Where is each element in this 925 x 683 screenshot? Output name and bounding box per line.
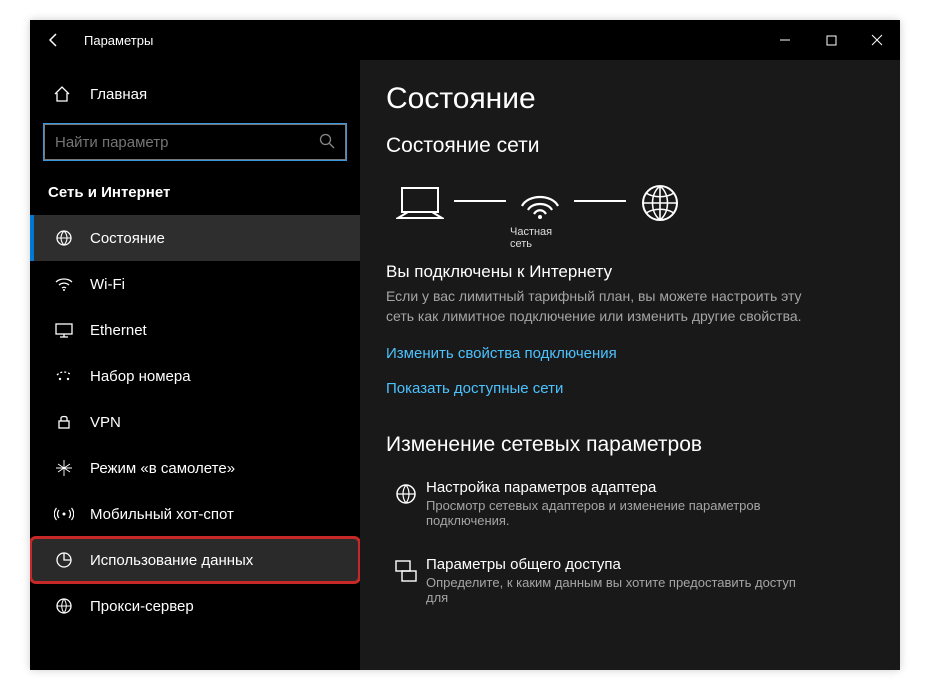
adapter-icon xyxy=(386,479,426,528)
sidebar-section-title: Сеть и Интернет xyxy=(30,176,360,215)
sidebar-home-label: Главная xyxy=(72,86,147,103)
connected-title: Вы подключены к Интернету xyxy=(386,262,874,282)
option-adapter-settings[interactable]: Настройка параметров адаптера Просмотр с… xyxy=(386,465,874,542)
dialup-icon xyxy=(52,366,76,386)
option-title: Настройка параметров адаптера xyxy=(426,479,874,496)
back-button[interactable] xyxy=(30,20,78,60)
maximize-button[interactable] xyxy=(808,20,854,60)
sidebar-item-label: Ethernet xyxy=(76,322,147,339)
proxy-icon xyxy=(52,596,76,616)
option-sharing-settings[interactable]: Параметры общего доступа Определите, к к… xyxy=(386,542,874,619)
diagram-internet xyxy=(630,182,690,242)
sidebar-item-vpn[interactable]: VPN xyxy=(30,399,360,445)
sidebar-item-label: VPN xyxy=(76,414,121,431)
sidebar-item-label: Режим «в самолете» xyxy=(76,460,235,477)
page-title: Состояние xyxy=(386,82,874,116)
sidebar-item-hotspot[interactable]: Мобильный хот-спот xyxy=(30,491,360,537)
wifi-icon xyxy=(52,274,76,294)
sidebar-item-dialup[interactable]: Набор номера xyxy=(30,353,360,399)
sidebar-home[interactable]: Главная xyxy=(30,74,360,114)
search-box xyxy=(44,124,346,160)
sidebar-item-ethernet[interactable]: Ethernet xyxy=(30,307,360,353)
sidebar-item-airplane[interactable]: Режим «в самолете» xyxy=(30,445,360,491)
window-title: Параметры xyxy=(78,33,153,48)
ethernet-icon xyxy=(52,320,76,340)
sidebar-item-data-usage[interactable]: Использование данных xyxy=(30,537,360,583)
sidebar-item-label: Мобильный хот-спот xyxy=(76,506,234,523)
diagram-device xyxy=(390,184,450,240)
sidebar-item-status[interactable]: Состояние xyxy=(30,215,360,261)
sharing-icon xyxy=(386,556,426,605)
close-button[interactable] xyxy=(854,20,900,60)
sidebar-item-wifi[interactable]: Wi-Fi xyxy=(30,261,360,307)
minimize-button[interactable] xyxy=(762,20,808,60)
titlebar: Параметры xyxy=(30,20,900,60)
option-title: Параметры общего доступа xyxy=(426,556,874,573)
sidebar-item-label: Прокси-сервер xyxy=(76,598,194,615)
sidebar-item-label: Wi-Fi xyxy=(76,276,125,293)
diagram-caption: Частная сеть xyxy=(510,226,570,240)
section-change-settings: Изменение сетевых параметров xyxy=(386,433,874,457)
status-icon xyxy=(52,228,76,248)
section-network-status: Состояние сети xyxy=(386,134,874,158)
data-usage-icon xyxy=(52,550,76,570)
settings-window: Параметры Главная xyxy=(30,20,900,670)
link-change-properties[interactable]: Изменить свойства подключения xyxy=(386,345,874,362)
search-input[interactable] xyxy=(44,124,346,160)
home-icon xyxy=(52,85,72,103)
connected-desc: Если у вас лимитный тарифный план, вы мо… xyxy=(386,286,806,327)
diagram-connector xyxy=(454,200,506,202)
sidebar-item-label: Состояние xyxy=(76,230,165,247)
vpn-icon xyxy=(52,412,76,432)
sidebar-item-label: Использование данных xyxy=(76,552,253,569)
sidebar-item-label: Набор номера xyxy=(76,368,191,385)
airplane-icon xyxy=(52,458,76,478)
diagram-router: Частная сеть xyxy=(510,184,570,240)
network-diagram: Частная сеть xyxy=(386,166,874,248)
search-icon xyxy=(318,132,336,150)
option-desc: Просмотр сетевых адаптеров и изменение п… xyxy=(426,498,806,528)
link-show-networks[interactable]: Показать доступные сети xyxy=(386,380,874,397)
sidebar: Главная Сеть и Интернет Состояние xyxy=(30,60,360,670)
sidebar-item-proxy[interactable]: Прокси-сервер xyxy=(30,583,360,629)
hotspot-icon xyxy=(52,504,76,524)
diagram-connector xyxy=(574,200,626,202)
main-content: Состояние Состояние сети xyxy=(360,60,900,670)
option-desc: Определите, к каким данным вы хотите пре… xyxy=(426,575,806,605)
